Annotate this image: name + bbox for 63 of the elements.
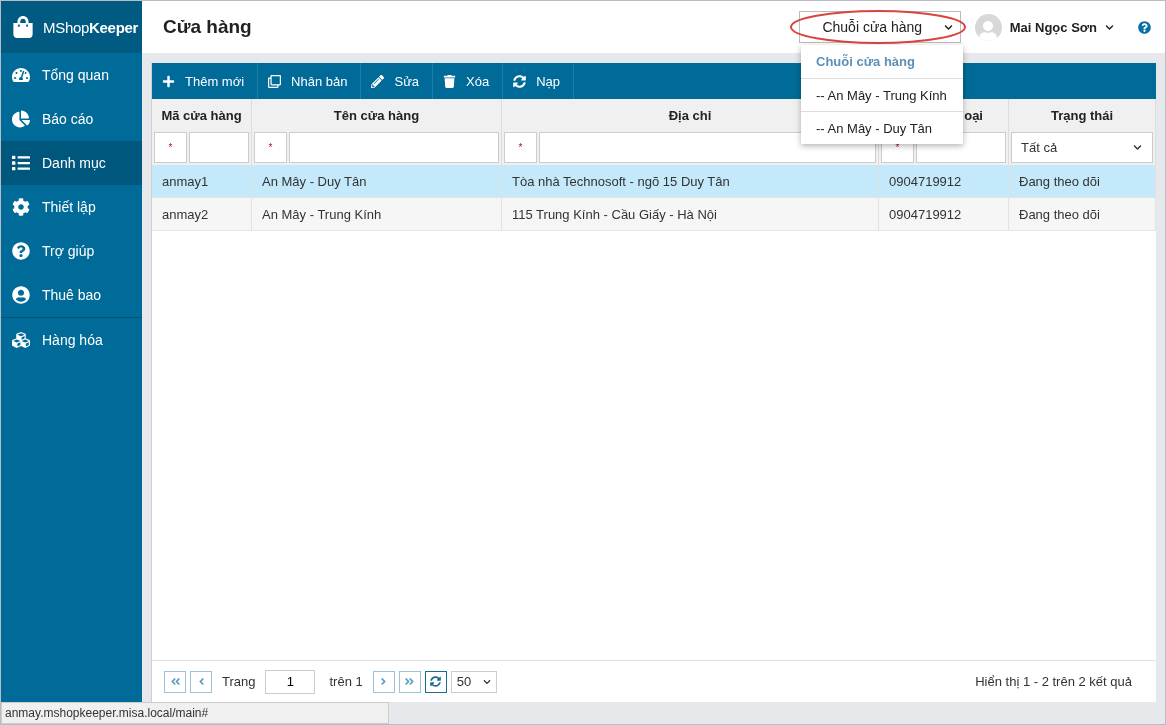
filter-operator[interactable]: * (504, 132, 537, 163)
previous-page-button[interactable] (190, 670, 212, 693)
filter-operator[interactable]: * (154, 132, 187, 163)
table-cell: An Mây - Duy Tân (252, 165, 502, 198)
user-icon (12, 286, 30, 304)
app-logo: MShopKeeper (43, 18, 139, 36)
table-cell: anmay2 (152, 198, 252, 231)
logo-icon (12, 16, 34, 38)
caret-icon (482, 677, 491, 686)
result-summary: Hiển thị 1 - 2 trên 2 kết quả (975, 674, 1133, 689)
table-cell: An Mây - Trung Kính (252, 198, 502, 231)
refresh-button[interactable] (424, 670, 447, 693)
user-menu[interactable]: Mai Ngọc Sơn (1001, 19, 1122, 35)
table-cell: Đang theo dõi (1009, 198, 1156, 231)
column-header: Mã cửa hàng (152, 99, 252, 132)
help-icon (12, 242, 30, 260)
sidebar-item[interactable]: Thiết lập (1, 185, 142, 229)
pie-chart-icon (12, 110, 30, 128)
trash-icon (443, 74, 457, 88)
refresh-icon (513, 74, 527, 88)
next-page-button[interactable] (372, 670, 395, 693)
list-icon (12, 154, 30, 172)
caret-icon (1105, 22, 1114, 32)
double-chevron-left-icon (169, 676, 181, 687)
sidebar-item[interactable]: Trợ giúp (1, 229, 142, 273)
filter-field[interactable] (189, 132, 249, 163)
table-cell: 0904719912 (879, 198, 1009, 231)
page-field[interactable]: 1 (265, 669, 316, 694)
page-size-select[interactable]: 50 (450, 670, 497, 693)
sidebar-item[interactable]: Thuê bao (1, 273, 142, 317)
filter-operator[interactable]: * (254, 132, 287, 163)
double-chevron-right-icon (404, 676, 416, 687)
sidebar-item[interactable]: Tổng quan (1, 53, 142, 97)
filter-select[interactable]: Tất cả (1011, 132, 1153, 163)
last-page-button[interactable] (398, 670, 421, 693)
table-cell: 0904719912 (879, 165, 1009, 198)
table-cell: anmay1 (152, 165, 252, 198)
page-label: Trang (222, 674, 256, 689)
cubes-icon (12, 330, 30, 349)
first-page-button[interactable] (164, 670, 186, 693)
copy-icon (268, 74, 282, 88)
table-cell: Đang theo dõi (1009, 165, 1156, 198)
status-bar: anmay.mshopkeeper.misa.local/main# (1, 702, 389, 724)
menu-heading[interactable]: Chuỗi cửa hàng (801, 45, 963, 78)
plus-icon (162, 74, 175, 88)
page-count: trên 1 (329, 674, 363, 689)
column-header: Trạng thái (1009, 99, 1156, 132)
sidebar-item[interactable]: Báo cáo (1, 97, 142, 141)
refresh-icon (430, 676, 442, 687)
sidebar-item[interactable]: Danh mục (1, 141, 142, 185)
filter-field[interactable] (289, 132, 499, 163)
avatar-icon (974, 13, 1002, 41)
help-icon[interactable] (1138, 20, 1151, 34)
settings-icon (12, 198, 30, 216)
table-cell: Tòa nhà Technosoft - ngõ 15 Duy Tân (502, 165, 879, 198)
table-cell: 115 Trung Kính - Cầu Giấy - Hà Nội (502, 198, 879, 231)
sidebar-item[interactable]: Hàng hóa (1, 317, 142, 361)
page-title: Cửa hàng (163, 16, 253, 38)
caret-icon (1133, 143, 1142, 152)
gauge-icon (12, 66, 30, 84)
column-header: Tên cửa hàng (252, 99, 502, 132)
pencil-icon (371, 74, 385, 88)
caret-icon (944, 22, 954, 32)
